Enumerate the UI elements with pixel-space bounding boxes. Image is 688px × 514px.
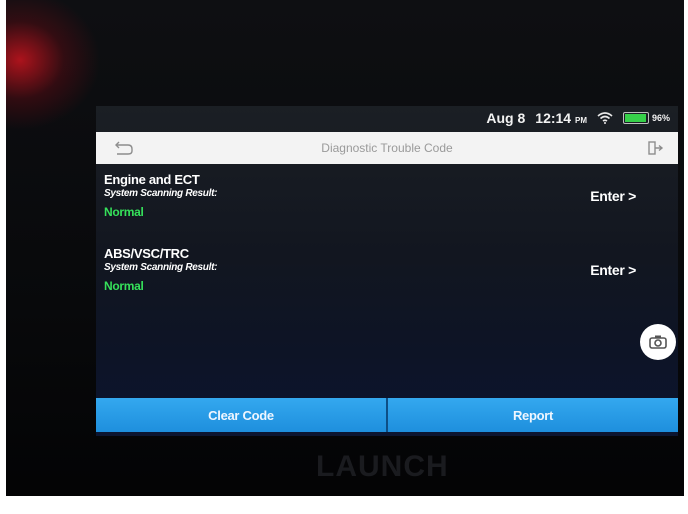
status-date: Aug 8 — [486, 110, 526, 126]
system-item-abs[interactable]: ABS/VSC/TRC System Scanning Result: Norm… — [104, 246, 664, 306]
clear-code-button[interactable]: Clear Code — [96, 398, 388, 432]
photo-margin-left — [0, 0, 6, 514]
scan-status: Normal — [104, 205, 144, 219]
scan-result-label: System Scanning Result: — [104, 262, 218, 273]
battery-indicator: 96% — [622, 112, 670, 124]
report-button[interactable]: Report — [388, 398, 678, 432]
system-name: ABS/VSC/TRC — [104, 246, 189, 261]
enter-button[interactable]: Enter > — [590, 188, 636, 204]
battery-icon — [622, 112, 649, 124]
photo-margin-right — [684, 0, 688, 514]
status-bar: Aug 8 12:14 PM 96% — [96, 106, 678, 130]
photo-margin-bottom — [0, 496, 688, 514]
title-bar: Diagnostic Trouble Code — [96, 132, 678, 164]
device-screen: Aug 8 12:14 PM 96% Diagnostic Trouble Co… — [96, 106, 678, 436]
battery-fill — [624, 114, 647, 122]
exit-icon[interactable] — [646, 139, 664, 157]
scan-result-label: System Scanning Result: — [104, 188, 218, 199]
screenshot-button[interactable] — [640, 324, 676, 360]
page-title: Diagnostic Trouble Code — [321, 141, 453, 155]
back-arrow-icon[interactable] — [112, 139, 136, 157]
enter-button[interactable]: Enter > — [590, 262, 636, 278]
camera-icon — [649, 335, 667, 349]
system-item-engine[interactable]: Engine and ECT System Scanning Result: N… — [104, 172, 664, 232]
status-time: 12:14 PM — [535, 110, 587, 126]
device-brand-logo: LAUNCH — [316, 450, 449, 483]
wifi-icon — [597, 112, 613, 124]
action-bar: Clear Code Report — [96, 398, 678, 432]
system-name: Engine and ECT — [104, 172, 200, 187]
battery-percent: 96% — [651, 113, 670, 123]
scan-status: Normal — [104, 279, 144, 293]
